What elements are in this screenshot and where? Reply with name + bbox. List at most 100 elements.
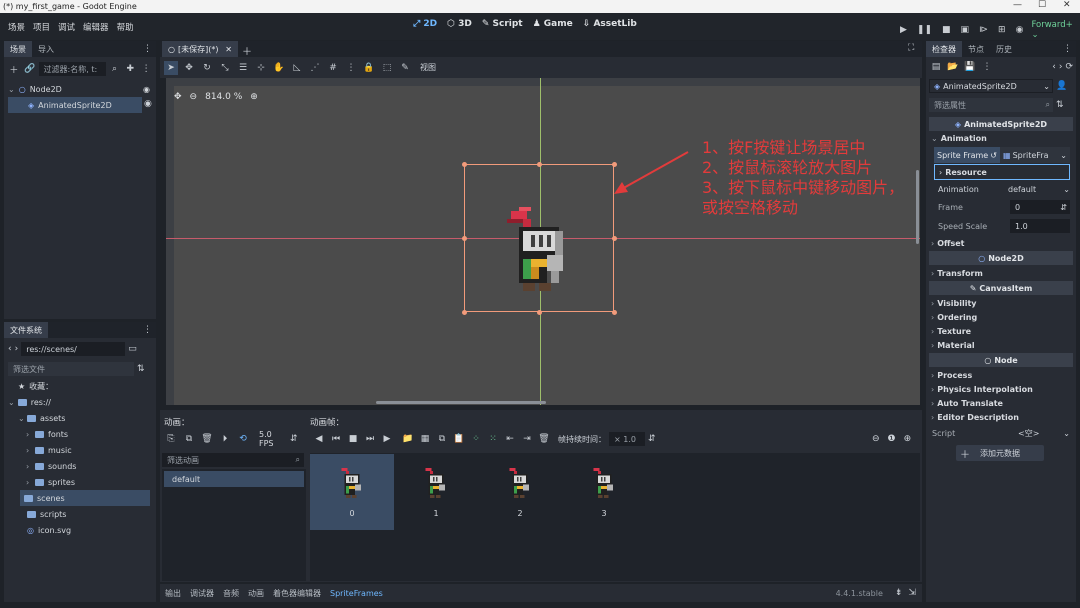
- resize-handle[interactable]: [462, 162, 467, 167]
- play-scene-icon[interactable]: ⧐: [979, 25, 988, 35]
- tab-filesystem[interactable]: 文件系统: [4, 322, 48, 338]
- close-icon[interactable]: ✕: [225, 45, 232, 54]
- inspector-section[interactable]: › Process: [926, 368, 1076, 382]
- open-resource-icon[interactable]: 📂: [946, 60, 960, 74]
- resize-handle[interactable]: [612, 236, 617, 241]
- attach-script-icon[interactable]: ✚: [123, 62, 137, 76]
- object-history-icon[interactable]: ⟳: [1065, 62, 1073, 72]
- dock-menu-icon[interactable]: ⋮: [1063, 44, 1072, 54]
- add-scene-tab-icon[interactable]: ＋: [242, 43, 252, 58]
- expand-icon[interactable]: ›: [26, 446, 35, 455]
- frame-cell[interactable]: 3: [562, 454, 646, 530]
- forward-icon[interactable]: ›: [15, 344, 19, 354]
- fs-filter-input[interactable]: 筛选文件: [8, 362, 134, 376]
- bottom-tab-animation[interactable]: 动画: [248, 588, 264, 599]
- lock-icon[interactable]: 🔒: [362, 61, 376, 75]
- remote-debug-icon[interactable]: ▣: [961, 25, 970, 35]
- play-start-icon[interactable]: ⏭: [363, 432, 377, 446]
- scale-tool-icon[interactable]: ⤡: [218, 61, 232, 75]
- fs-root[interactable]: ⌄ res://: [4, 394, 156, 410]
- menu-project[interactable]: 项目: [33, 21, 50, 33]
- inspector-section[interactable]: › Auto Translate: [926, 396, 1076, 410]
- collapse-icon[interactable]: ⌄: [8, 85, 15, 94]
- play-icon[interactable]: ▶: [900, 25, 907, 35]
- pivot-tool-icon[interactable]: ⊹: [254, 61, 268, 75]
- tab-node[interactable]: 节点: [962, 41, 990, 57]
- expand-icon[interactable]: ›: [26, 462, 35, 471]
- zoom-reset-icon[interactable]: ❶: [888, 434, 896, 444]
- fs-item[interactable]: › fonts: [4, 426, 156, 442]
- bottom-tab-debugger[interactable]: 调试器: [190, 588, 214, 599]
- tab-history[interactable]: 历史: [990, 41, 1018, 57]
- fs-item[interactable]: ◎ icon.svg: [4, 522, 156, 538]
- scene-menu-icon[interactable]: ⋮: [139, 62, 153, 76]
- history-forward-icon[interactable]: ›: [1059, 62, 1063, 72]
- scene-node-node2d[interactable]: ⌄ ○ Node2D ◉: [4, 81, 156, 97]
- fs-path-input[interactable]: res://scenes/: [21, 342, 126, 356]
- sort-icon[interactable]: ⇅: [1056, 100, 1064, 110]
- zoom-in-icon[interactable]: ⊕: [904, 434, 912, 444]
- zoom-level[interactable]: 814.0 %: [205, 92, 242, 102]
- object-params-icon[interactable]: 👤: [1056, 81, 1067, 91]
- close-window-button[interactable]: ✕: [1063, 0, 1071, 10]
- minimize-button[interactable]: —: [1013, 0, 1022, 10]
- sprite-frames-value[interactable]: ▦ SpriteFra ⌄: [1000, 147, 1070, 163]
- fps-field[interactable]: 5.0 FPS: [254, 430, 286, 448]
- loop-icon[interactable]: ⟲: [236, 432, 250, 446]
- workspace-3d-button[interactable]: ⬡ 3D: [447, 19, 472, 29]
- frame-cell[interactable]: 0: [310, 454, 394, 530]
- scene-filter-input[interactable]: 过滤器:名称, t:: [38, 62, 106, 76]
- expand-panel-icon[interactable]: ⇲: [908, 588, 916, 598]
- expand-icon[interactable]: ›: [26, 478, 35, 487]
- bottom-tab-output[interactable]: 输出: [165, 588, 181, 599]
- move-left-icon[interactable]: ⇤: [503, 432, 517, 446]
- bottom-tab-shader-editor[interactable]: 着色器编辑器: [273, 588, 321, 599]
- autoplay-icon[interactable]: ⏵: [218, 432, 232, 446]
- fs-item[interactable]: › sprites: [4, 474, 156, 490]
- play-backwards-icon[interactable]: ⏮: [329, 432, 343, 446]
- section-transform[interactable]: › Transform: [926, 266, 1076, 280]
- dock-menu-icon[interactable]: ⋮: [143, 44, 152, 54]
- move-tool-icon[interactable]: ✥: [182, 61, 196, 75]
- grid-snap-icon[interactable]: #: [326, 61, 340, 75]
- visibility-eye-icon[interactable]: ◉: [144, 99, 152, 109]
- fs-item[interactable]: ⌄ assets: [4, 410, 156, 426]
- inspector-section[interactable]: › Editor Description: [926, 410, 1076, 424]
- resize-handle[interactable]: [612, 310, 617, 315]
- group-icon[interactable]: ⬚: [380, 61, 394, 75]
- workspace-script-button[interactable]: ✎ Script: [482, 19, 523, 29]
- save-resource-icon[interactable]: 💾: [963, 60, 977, 74]
- sprite-sheet-icon[interactable]: ▦: [418, 432, 432, 446]
- inspector-section[interactable]: › Ordering: [926, 310, 1076, 324]
- script-value[interactable]: <空>: [1018, 428, 1063, 439]
- workspace-2d-button[interactable]: ⤢ 2D: [413, 19, 437, 29]
- fs-favorites[interactable]: ★ 收藏：: [4, 378, 156, 394]
- distraction-free-icon[interactable]: ⛶: [908, 43, 914, 53]
- view-menu[interactable]: 视图: [420, 62, 436, 73]
- animation-item-default[interactable]: default: [164, 471, 304, 487]
- sort-icon[interactable]: ⇅: [137, 364, 145, 374]
- fps-stepper-icon[interactable]: ⇵: [290, 434, 298, 444]
- inspector-section[interactable]: › Texture: [926, 324, 1076, 338]
- workspace-game-button[interactable]: ♟ Game: [533, 19, 573, 29]
- snap-options-icon[interactable]: ⋮: [344, 61, 358, 75]
- delete-animation-icon[interactable]: 🗑: [200, 432, 214, 446]
- chevron-down-icon[interactable]: ⌄: [1063, 185, 1070, 194]
- expand-icon[interactable]: ›: [26, 430, 35, 439]
- sprite-selection-rect[interactable]: [462, 162, 617, 315]
- add-node-icon[interactable]: ＋: [7, 62, 21, 76]
- collapse-icon[interactable]: ⌄: [8, 398, 15, 407]
- maximize-button[interactable]: ☐: [1038, 0, 1046, 10]
- workspace-assetlib-button[interactable]: ⇩ AssetLib: [583, 19, 637, 29]
- property-filter-input[interactable]: 筛选属性 ⌕: [929, 98, 1053, 112]
- duration-stepper-icon[interactable]: ⇵: [648, 434, 656, 444]
- resize-handle[interactable]: [462, 310, 467, 315]
- tab-import[interactable]: 导入: [32, 41, 60, 57]
- insert-after-icon[interactable]: ⁙: [486, 432, 500, 446]
- bottom-tab-audio[interactable]: 音频: [223, 588, 239, 599]
- resize-handle[interactable]: [537, 162, 542, 167]
- history-back-icon[interactable]: ‹: [1052, 62, 1056, 72]
- scene-tab-unsaved[interactable]: ○ [未保存](*) ✕: [162, 41, 238, 57]
- section-offset[interactable]: › Offset: [926, 236, 1076, 250]
- resize-handle[interactable]: [537, 310, 542, 315]
